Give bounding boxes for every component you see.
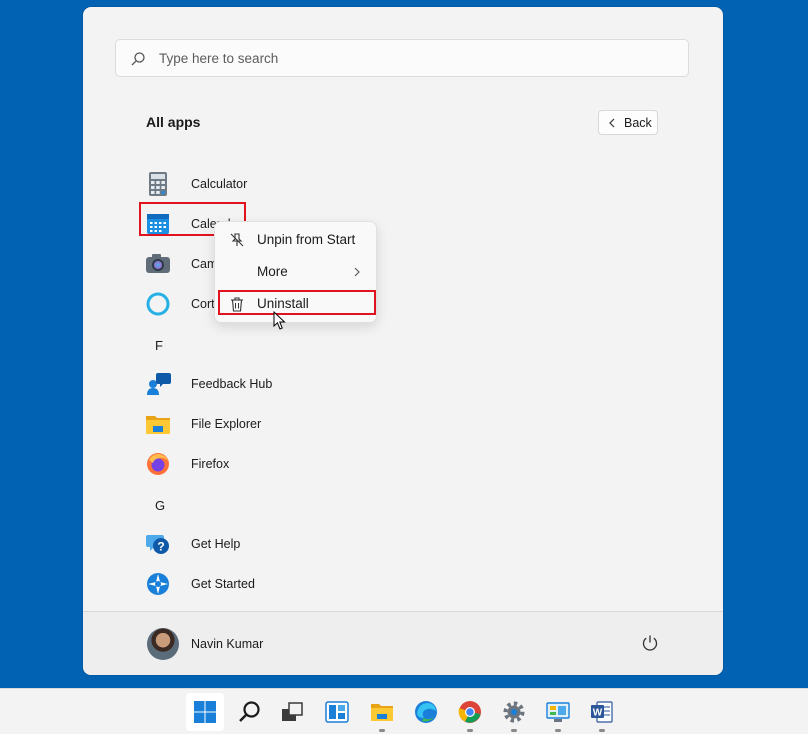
section-letter-f[interactable]: F bbox=[155, 338, 163, 353]
menu-item-label: Unpin from Start bbox=[257, 232, 356, 247]
taskbar-edge[interactable] bbox=[407, 693, 445, 731]
taskbar: W bbox=[0, 688, 808, 734]
running-indicator bbox=[599, 729, 605, 732]
edge-icon bbox=[415, 701, 437, 723]
mouse-cursor-icon bbox=[273, 311, 286, 330]
app-name: Get Started bbox=[191, 577, 255, 591]
app-calculator[interactable]: Calculator bbox=[143, 163, 403, 203]
get-started-icon bbox=[147, 573, 169, 595]
taskbar-control-panel[interactable] bbox=[539, 693, 577, 732]
app-partial[interactable] bbox=[143, 603, 403, 610]
app-name: Get Help bbox=[191, 537, 241, 551]
running-indicator bbox=[467, 729, 473, 732]
app-name: Calculator bbox=[191, 177, 248, 191]
widgets-icon bbox=[325, 701, 349, 723]
start-icon bbox=[194, 701, 216, 723]
menu-item-more[interactable]: More bbox=[215, 256, 376, 288]
settings-icon bbox=[503, 701, 525, 723]
app-name: Feedback Hub bbox=[191, 377, 273, 391]
camera-icon bbox=[146, 254, 170, 273]
chevron-right-icon bbox=[354, 267, 360, 277]
control-panel-icon bbox=[546, 702, 570, 722]
running-indicator bbox=[379, 729, 385, 732]
app-get-started[interactable]: Get Started bbox=[143, 563, 403, 603]
uninstall-highlight bbox=[218, 290, 376, 315]
app-name: Cort bbox=[191, 297, 215, 311]
section-letter-g[interactable]: G bbox=[155, 498, 165, 513]
taskbar-task-view[interactable] bbox=[273, 693, 311, 731]
taskbar-widgets[interactable] bbox=[318, 693, 356, 731]
taskbar-chrome[interactable] bbox=[451, 693, 489, 732]
app-name: File Explorer bbox=[191, 417, 262, 431]
menu-item-unpin[interactable]: Unpin from Start bbox=[215, 224, 376, 256]
taskbar-search[interactable] bbox=[231, 693, 269, 731]
back-button[interactable]: Back bbox=[598, 110, 658, 135]
search-icon bbox=[131, 52, 145, 66]
app-firefox[interactable]: Firefox bbox=[143, 443, 403, 483]
svg-text:W: W bbox=[593, 708, 603, 719]
app-name: Firefox bbox=[191, 457, 230, 471]
start-footer: Navin Kumar bbox=[83, 611, 723, 675]
app-get-help[interactable]: ? Get Help bbox=[143, 523, 403, 563]
feedback-hub-icon bbox=[147, 373, 171, 395]
running-indicator bbox=[511, 729, 517, 732]
app-feedback-hub[interactable]: Feedback Hub bbox=[143, 363, 403, 403]
user-name[interactable]: Navin Kumar bbox=[191, 637, 263, 651]
word-icon: W bbox=[591, 701, 613, 723]
calculator-icon bbox=[149, 172, 167, 196]
app-file-explorer[interactable]: File Explorer bbox=[143, 403, 403, 443]
back-label: Back bbox=[624, 116, 652, 130]
taskbar-settings[interactable] bbox=[495, 693, 533, 732]
search-box[interactable]: Type here to search bbox=[115, 39, 689, 77]
taskbar-file-explorer[interactable] bbox=[363, 693, 401, 732]
running-indicator bbox=[555, 729, 561, 732]
search-placeholder: Type here to search bbox=[159, 51, 279, 66]
firefox-icon bbox=[147, 453, 169, 475]
cortana-icon bbox=[146, 292, 170, 316]
power-icon[interactable] bbox=[641, 634, 659, 652]
unpin-icon bbox=[230, 233, 244, 247]
chrome-icon bbox=[458, 701, 481, 723]
menu-item-label: More bbox=[257, 264, 288, 279]
get-help-icon: ? bbox=[146, 535, 169, 554]
file-explorer-icon bbox=[146, 416, 170, 434]
avatar[interactable] bbox=[147, 628, 179, 660]
start-menu: Type here to search All apps Back Calcul… bbox=[83, 7, 723, 675]
file-explorer-icon bbox=[371, 704, 393, 721]
all-apps-heading: All apps bbox=[146, 114, 201, 130]
taskbar-start[interactable] bbox=[186, 693, 224, 731]
taskbar-word[interactable]: W bbox=[583, 693, 621, 732]
svg-text:?: ? bbox=[157, 540, 164, 554]
chevron-left-icon bbox=[609, 118, 615, 128]
task-view-icon bbox=[282, 702, 303, 721]
search-icon bbox=[239, 701, 260, 722]
